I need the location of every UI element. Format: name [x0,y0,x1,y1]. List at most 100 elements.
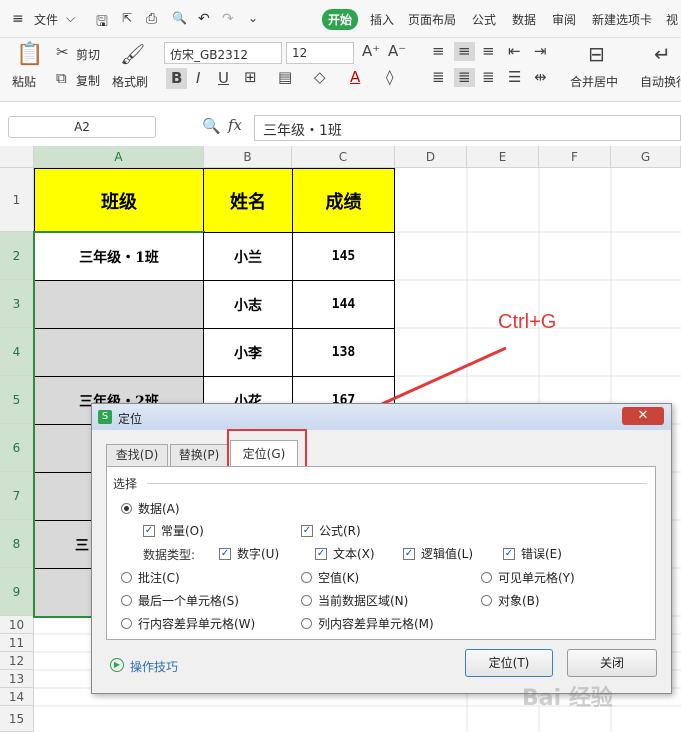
cell-b2[interactable]: 小兰 [203,232,293,281]
row-header-10[interactable]: 10 [0,616,34,634]
cell-c1[interactable]: 成绩 [292,168,395,233]
undo-icon[interactable]: ↶ [198,11,210,27]
copy-icon[interactable]: ⧉ [56,71,67,86]
tab-insert[interactable]: 插入 [370,11,394,28]
play-icon[interactable]: ▶ [110,658,124,672]
tab-find[interactable]: 查找(D) [106,444,168,466]
column-header-a[interactable]: A [34,146,204,168]
fill-color-icon[interactable]: ◇ [314,70,326,85]
justify-icon[interactable]: ☰ [508,70,521,85]
paste-button[interactable]: 粘贴 [12,73,36,90]
fx-icon[interactable]: fx [228,118,242,133]
radio-comments[interactable]: 批注(C) [121,569,180,586]
row-header-5[interactable]: 5 [0,376,34,424]
checkbox-errors[interactable]: ✓ 错误(E) [503,545,562,562]
name-box[interactable]: A2 [8,116,156,138]
column-header-b[interactable]: B [204,146,292,168]
font-shrink-icon[interactable]: A⁻ [388,44,406,59]
row-header-2[interactable]: 2 [0,232,34,280]
checkbox-numbers[interactable]: ✓ 数字(U) [219,545,279,562]
column-header-f[interactable]: F [539,146,611,168]
checkbox-logical[interactable]: ✓ 逻辑值(L) [403,545,473,562]
row-header-1[interactable]: 1 [0,168,34,232]
cut-button[interactable]: 剪切 [76,46,100,63]
formula-input[interactable]: 三年级・1班 [254,115,681,141]
merge-center-button[interactable]: 合并居中 [570,73,618,90]
column-header-e[interactable]: E [467,146,539,168]
radio-current-region[interactable]: 当前数据区域(N) [301,592,408,609]
file-menu[interactable]: 文件 [34,11,58,28]
indent-increase-icon[interactable]: ⇥ [534,44,547,59]
tab-new[interactable]: 新建选项卡 [592,11,652,28]
cell-a2[interactable]: 三年级・1班 [34,232,204,281]
align-middle-icon[interactable]: ≡ [454,42,475,61]
print-icon[interactable]: ⎙ [146,11,157,27]
align-right-icon[interactable]: ≣ [482,70,495,85]
radio-objects[interactable]: 对象(B) [481,592,540,609]
tab-formulas[interactable]: 公式 [472,11,496,28]
goto-button[interactable]: 定位(T) [465,649,553,677]
font-color-icon[interactable]: A [350,70,360,85]
column-header-d[interactable]: D [395,146,467,168]
checkbox-constants[interactable]: ✓ 常量(O) [143,522,204,539]
cell-a1[interactable]: 班级 [34,168,204,233]
radio-data[interactable]: 数据(A) [121,500,180,517]
paste-icon[interactable]: 📋 [16,44,43,66]
fill-style-icon[interactable]: ▤ [278,70,292,85]
distribute-icon[interactable]: ⇹ [534,70,547,85]
chevron-down-icon[interactable]: ⌵ [66,11,75,26]
cell-a3[interactable] [34,280,204,329]
dialog-title-bar[interactable]: S 定位 ✕ [92,404,671,430]
underline-icon[interactable]: U [218,71,229,86]
checkbox-text[interactable]: ✓ 文本(X) [315,545,375,562]
tab-goto[interactable]: 定位(G) [230,440,298,467]
font-size-select[interactable]: 12 [286,42,354,64]
close-icon[interactable]: ✕ [622,407,664,425]
align-center-icon[interactable]: ≣ [454,68,475,87]
radio-last-cell[interactable]: 最后一个单元格(S) [121,592,239,609]
preview-icon[interactable]: 🔍 [172,11,187,25]
copy-button[interactable]: 复制 [76,72,100,89]
radio-row-differences[interactable]: 行内容差异单元格(W) [121,615,255,632]
quick-access-dropdown-icon[interactable]: ⌄ [248,11,258,25]
cell-a4[interactable] [34,328,204,377]
border-icon[interactable]: ⊞ [244,70,257,85]
align-top-icon[interactable]: ≡ [432,44,445,59]
radio-visible-cells[interactable]: 可见单元格(Y) [481,569,575,586]
row-header-9[interactable]: 9 [0,568,34,616]
wrap-icon[interactable]: ↵ [654,44,671,64]
indent-decrease-icon[interactable]: ⇤ [508,44,521,59]
font-name-select[interactable]: 仿宋_GB2312 [164,42,282,64]
tab-data[interactable]: 数据 [512,11,536,28]
tab-page-layout[interactable]: 页面布局 [408,11,456,28]
radio-blanks[interactable]: 空值(K) [301,569,359,586]
cell-b1[interactable]: 姓名 [203,168,293,233]
format-painter-button[interactable]: 格式刷 [112,73,148,90]
row-header-15[interactable]: 15 [0,706,34,732]
row-header-7[interactable]: 7 [0,472,34,520]
save-icon[interactable]: 🖫 [96,11,108,35]
export-icon[interactable]: ⇱ [122,11,132,25]
close-button[interactable]: 关闭 [567,649,657,677]
tab-view[interactable]: 视 [666,11,678,28]
select-all-corner[interactable] [0,146,34,168]
row-header-12[interactable]: 12 [0,652,34,670]
hamburger-icon[interactable]: ≡ [12,11,24,27]
row-header-8[interactable]: 8 [0,520,34,568]
format-painter-icon[interactable]: 🖌 [120,44,145,64]
cell-c3[interactable]: 144 [292,280,395,329]
row-header-3[interactable]: 3 [0,280,34,328]
checkbox-formulas[interactable]: ✓ 公式(R) [301,522,361,539]
row-header-4[interactable]: 4 [0,328,34,376]
column-header-c[interactable]: C [292,146,395,168]
row-header-11[interactable]: 11 [0,634,34,652]
bold-icon[interactable]: B [166,68,188,89]
radio-column-differences[interactable]: 列内容差异单元格(M) [301,615,434,632]
clear-icon[interactable]: ◊ [386,70,393,85]
zoom-icon[interactable]: 🔍 [202,119,221,134]
align-left-icon[interactable]: ≣ [432,70,445,85]
cell-b3[interactable]: 小志 [203,280,293,329]
tab-home[interactable]: 开始 [322,9,359,30]
tab-review[interactable]: 审阅 [552,11,576,28]
row-header-6[interactable]: 6 [0,424,34,472]
